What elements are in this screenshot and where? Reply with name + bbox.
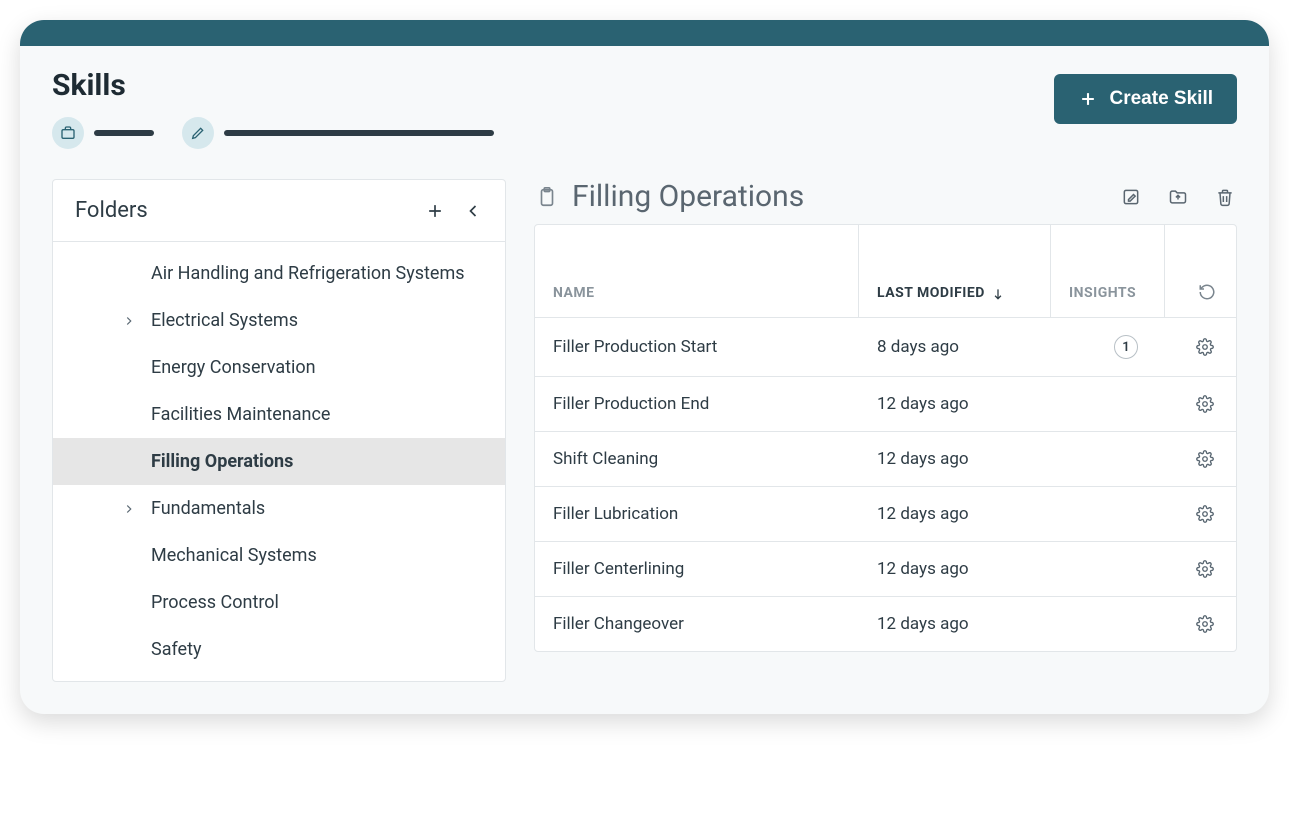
cell-modified: 8 days ago <box>877 337 1069 357</box>
table-body: Filler Production Start8 days ago1Filler… <box>535 318 1236 651</box>
cell-modified: 12 days ago <box>877 614 1069 634</box>
cell-actions <box>1183 615 1218 633</box>
row-settings-button[interactable] <box>1196 338 1214 356</box>
chevron-right-icon[interactable] <box>115 314 143 328</box>
folder-label: Electrical Systems <box>151 310 298 331</box>
reset-columns-button[interactable] <box>1198 283 1216 301</box>
tab-label-placeholder <box>224 130 494 136</box>
folder-item[interactable]: Energy Conservation <box>53 344 505 391</box>
folder-label: Process Control <box>151 592 279 613</box>
column-last-modified[interactable]: Last Modified <box>859 225 1051 317</box>
cell-modified: 12 days ago <box>877 504 1069 524</box>
delete-folder-button[interactable] <box>1215 187 1235 207</box>
row-settings-button[interactable] <box>1196 560 1214 578</box>
page-header: Skills Create Skill <box>20 46 1269 167</box>
content-area: Folders Air Handling and Refrigeration S… <box>20 167 1269 714</box>
page-title: Skills <box>52 68 1054 103</box>
edit-folder-button[interactable] <box>1121 187 1141 207</box>
folder-item[interactable]: Filling Operations <box>53 438 505 485</box>
table-header: Name Last Modified Insights <box>535 225 1236 318</box>
window-titlebar <box>20 20 1269 46</box>
folder-label: Mechanical Systems <box>151 545 317 566</box>
table-row[interactable]: Filler Lubrication12 days ago <box>535 487 1236 542</box>
create-skill-button[interactable]: Create Skill <box>1054 74 1238 124</box>
add-folder-button[interactable] <box>425 201 445 221</box>
clipboard-icon <box>536 186 558 208</box>
create-skill-label: Create Skill <box>1110 88 1214 110</box>
folder-item[interactable]: Safety <box>53 626 505 673</box>
cell-actions <box>1183 338 1218 356</box>
row-settings-button[interactable] <box>1196 505 1214 523</box>
row-settings-button[interactable] <box>1196 395 1214 413</box>
folder-label: Fundamentals <box>151 498 265 519</box>
cell-name: Filler Production End <box>553 394 877 414</box>
cell-modified: 12 days ago <box>877 559 1069 579</box>
folder-item[interactable]: Fundamentals <box>53 485 505 532</box>
column-insights[interactable]: Insights <box>1051 225 1165 317</box>
sort-desc-icon <box>991 287 1005 301</box>
cell-actions <box>1183 395 1218 413</box>
cell-modified: 12 days ago <box>877 449 1069 469</box>
pencil-icon <box>182 117 214 149</box>
cell-insights: 1 <box>1069 335 1183 359</box>
collapse-folders-button[interactable] <box>463 201 483 221</box>
folder-label: Air Handling and Refrigeration Systems <box>151 263 465 284</box>
table-row[interactable]: Filler Changeover12 days ago <box>535 597 1236 651</box>
row-settings-button[interactable] <box>1196 450 1214 468</box>
folders-title: Folders <box>75 198 148 223</box>
table-row[interactable]: Filler Production End12 days ago <box>535 377 1236 432</box>
table-row[interactable]: Filler Production Start8 days ago 1 <box>535 318 1236 377</box>
tab-briefcase[interactable] <box>52 117 154 149</box>
table-row[interactable]: Shift Cleaning12 days ago <box>535 432 1236 487</box>
folders-header: Folders <box>53 180 505 242</box>
tab-edit[interactable] <box>182 117 494 149</box>
cell-name: Filler Changeover <box>553 614 877 634</box>
folder-label: Facilities Maintenance <box>151 404 330 425</box>
table-row[interactable]: Filler Centerlining12 days ago <box>535 542 1236 597</box>
folders-panel: Folders Air Handling and Refrigeration S… <box>52 179 506 682</box>
folder-item[interactable]: Air Handling and Refrigeration Systems <box>53 250 505 297</box>
column-reset <box>1165 225 1236 317</box>
main-header: Filling Operations <box>534 179 1237 214</box>
cell-name: Filler Centerlining <box>553 559 877 579</box>
folder-label: Energy Conservation <box>151 357 316 378</box>
row-settings-button[interactable] <box>1196 615 1214 633</box>
cell-name: Filler Production Start <box>553 337 877 357</box>
cell-name: Shift Cleaning <box>553 449 877 469</box>
tab-label-placeholder <box>94 130 154 136</box>
skills-table: Name Last Modified Insights <box>534 224 1237 652</box>
cell-actions <box>1183 505 1218 523</box>
main-panel: Filling Operations Na <box>534 179 1237 652</box>
folder-label: Safety <box>151 639 201 660</box>
column-name[interactable]: Name <box>535 225 859 317</box>
cell-modified: 12 days ago <box>877 394 1069 414</box>
folder-item[interactable]: Electrical Systems <box>53 297 505 344</box>
chevron-right-icon[interactable] <box>115 502 143 516</box>
folder-list: Air Handling and Refrigeration Systems El… <box>53 242 505 681</box>
main-title: Filling Operations <box>572 179 804 214</box>
cell-name: Filler Lubrication <box>553 504 877 524</box>
folder-item[interactable]: Facilities Maintenance <box>53 391 505 438</box>
app-window: Skills Create Skill <box>20 20 1269 714</box>
header-tabs <box>52 117 1054 149</box>
cell-actions <box>1183 450 1218 468</box>
briefcase-icon <box>52 117 84 149</box>
cell-actions <box>1183 560 1218 578</box>
move-folder-button[interactable] <box>1167 187 1189 207</box>
folder-label: Filling Operations <box>151 451 293 472</box>
folder-item[interactable]: Mechanical Systems <box>53 532 505 579</box>
insights-badge[interactable]: 1 <box>1114 335 1138 359</box>
folder-item[interactable]: Process Control <box>53 579 505 626</box>
